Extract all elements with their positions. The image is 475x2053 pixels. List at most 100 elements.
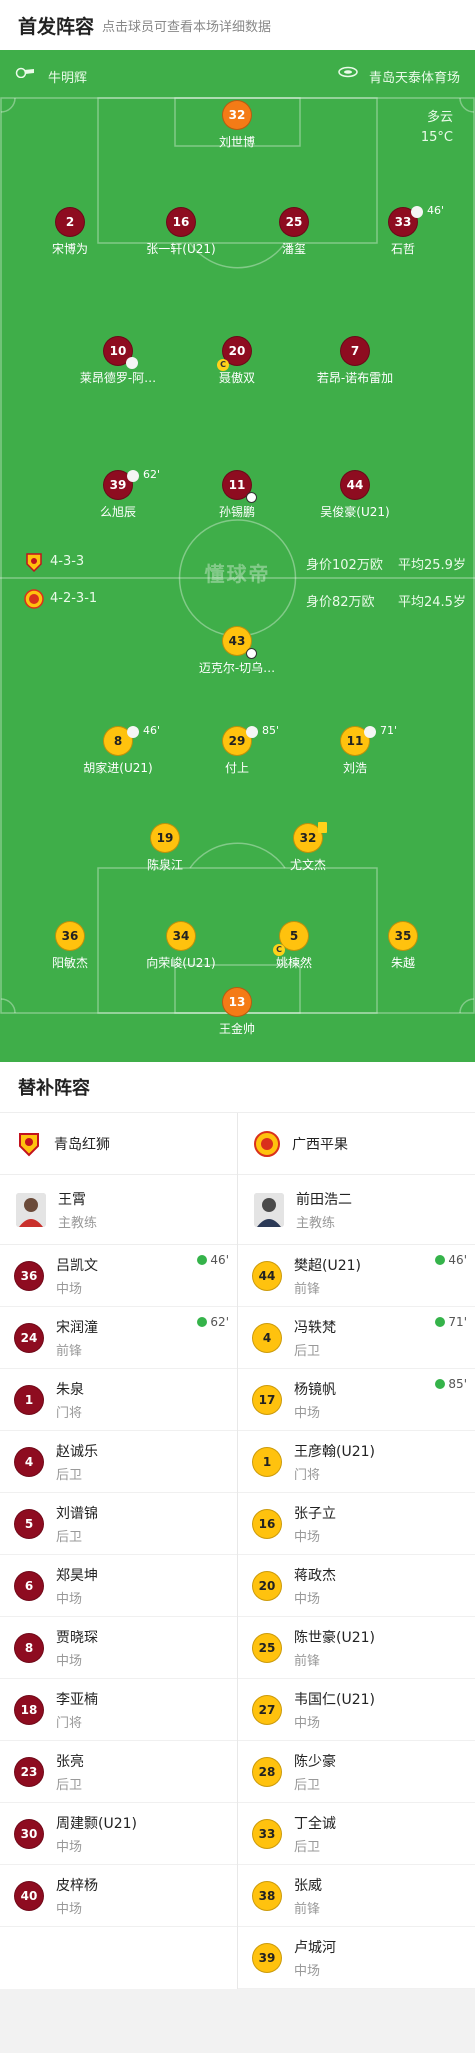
- home-team-name: 青岛红狮: [54, 1136, 110, 1153]
- player-name: 贾晓琛: [56, 1629, 98, 1646]
- coach-name: 前田浩二: [296, 1191, 352, 1208]
- player-number: 1: [14, 1384, 44, 1415]
- home-player[interactable]: 25 潘玺: [239, 207, 349, 257]
- coach-role: 主教练: [296, 1215, 336, 1231]
- player-name: 李亚楠: [56, 1691, 98, 1708]
- player-name: 陈世豪(U21): [294, 1629, 375, 1646]
- player-name: 聂傲双: [218, 371, 255, 385]
- home-player[interactable]: 20 聂傲双: [182, 336, 292, 386]
- sub-player-row[interactable]: 44 樊超(U21) 前锋 46': [238, 1245, 475, 1307]
- stadium-name: 青岛天泰体育场: [369, 71, 461, 86]
- player-number: 34: [166, 921, 196, 951]
- player-name: 吴俊豪(U21): [320, 505, 390, 519]
- player-position: 前锋: [294, 1653, 321, 1669]
- home-player[interactable]: 11 孙锡鹏: [182, 470, 292, 520]
- lineup-header: 首发阵容 点击球员可查看本场详细数据: [0, 0, 475, 50]
- away-coach[interactable]: 前田浩二 主教练: [238, 1175, 475, 1245]
- home-player[interactable]: 10 莱昂德罗-阿…: [63, 336, 173, 386]
- sub-out-icon: [364, 726, 376, 738]
- away-team-row[interactable]: 广西平果: [238, 1113, 475, 1175]
- player-position: 前锋: [56, 1343, 83, 1359]
- player-name: 张一轩(U21): [146, 242, 216, 256]
- home-player[interactable]: 2 宋博为: [15, 207, 125, 257]
- player-number: 36: [14, 1260, 44, 1291]
- home-player[interactable]: 16 张一轩(U21): [126, 207, 236, 257]
- sub-in-badge: 62': [197, 1315, 229, 1329]
- sub-player-row[interactable]: 18 李亚楠 门将: [0, 1679, 237, 1741]
- sub-player-row[interactable]: 1 朱泉 门将: [0, 1369, 237, 1431]
- away-player[interactable]: 13 王金帅: [182, 987, 292, 1037]
- sub-player-row[interactable]: 20 蒋政杰 中场: [238, 1555, 475, 1617]
- player-name: 蒋政杰: [294, 1567, 336, 1584]
- home-player[interactable]: 44 吴俊豪(U21): [300, 470, 410, 520]
- sub-player-row[interactable]: 30 周建颢(U21) 中场: [0, 1803, 237, 1865]
- sub-player-row[interactable]: 40 皮梓杨 中场: [0, 1865, 237, 1927]
- away-subs-column: 广西平果 前田浩二 主教练 44 樊超(U21) 前锋 46' 4 冯轶梵 后卫 71' 17 杨…: [238, 1113, 475, 1989]
- player-number: 23: [14, 1756, 44, 1787]
- sub-player-row[interactable]: 24 宋润潼 前锋 62': [0, 1307, 237, 1369]
- away-player[interactable]: 32 尤文杰: [253, 823, 363, 873]
- sub-player-row[interactable]: 16 张子立 中场: [238, 1493, 475, 1555]
- player-position: 前锋: [294, 1901, 321, 1917]
- away-player[interactable]: 36 阳敏杰: [15, 921, 125, 971]
- sub-player-row[interactable]: 6 郑昊坤 中场: [0, 1555, 237, 1617]
- stadium-icon: [338, 66, 358, 78]
- sub-in-badge: 71': [435, 1315, 467, 1329]
- away-team-logo-icon: [254, 1130, 280, 1157]
- sub-player-row[interactable]: 1 王彦翰(U21) 门将: [238, 1431, 475, 1493]
- home-player[interactable]: 7 若昂-诺布雷加: [300, 336, 410, 386]
- sub-player-row[interactable]: 4 冯轶梵 后卫 71': [238, 1307, 475, 1369]
- player-name: 潘玺: [281, 242, 306, 256]
- player-name: 阳敏杰: [51, 956, 88, 970]
- sub-player-row[interactable]: 36 吕凯文 中场 46': [0, 1245, 237, 1307]
- sub-out-icon: [411, 206, 423, 218]
- sub-player-row[interactable]: 39 卢城河 中场: [238, 1927, 475, 1989]
- sub-minute: 85': [262, 724, 280, 737]
- home-formation: 4-3-3: [50, 554, 85, 569]
- player-position: 中场: [56, 1901, 83, 1917]
- player-position: 后卫: [294, 1777, 321, 1793]
- player-number: 25: [279, 207, 309, 237]
- away-value: 身价82万欧: [306, 595, 375, 610]
- away-player[interactable]: 5 姚楝然: [239, 921, 349, 971]
- sub-player-row[interactable]: 17 杨镜帆 中场 85': [238, 1369, 475, 1431]
- sub-player-row[interactable]: 27 韦国仁(U21) 中场: [238, 1679, 475, 1741]
- referee-name: 牛明辉: [48, 71, 88, 86]
- sub-in-icon: [435, 1379, 446, 1389]
- player-number: 8: [14, 1632, 44, 1663]
- avatar: [16, 1192, 46, 1227]
- player-number: 7: [340, 336, 370, 366]
- player-number: 27: [252, 1694, 282, 1725]
- away-player[interactable]: 35 朱越: [348, 921, 458, 971]
- away-player[interactable]: 43 迈克尔-切乌…: [182, 626, 292, 676]
- page-title: 首发阵容: [18, 15, 95, 38]
- away-player[interactable]: 19 陈泉江: [110, 823, 220, 873]
- sub-in-minute: 85': [448, 1377, 467, 1391]
- sub-player-row[interactable]: 25 陈世豪(U21) 前锋: [238, 1617, 475, 1679]
- home-coach[interactable]: 王霄 主教练: [0, 1175, 237, 1245]
- home-player[interactable]: 32 刘世博: [182, 100, 292, 150]
- sub-player-row[interactable]: 28 陈少豪 后卫: [238, 1741, 475, 1803]
- sub-player-row[interactable]: 4 赵诚乐 后卫: [0, 1431, 237, 1493]
- sub-in-minute: 62': [210, 1315, 229, 1329]
- player-number: 36: [55, 921, 85, 951]
- sub-player-row[interactable]: 8 贾晓琛 中场: [0, 1617, 237, 1679]
- sub-player-row[interactable]: 5 刘谱锦 后卫: [0, 1493, 237, 1555]
- player-name: 朱越: [390, 956, 415, 970]
- sub-player-row[interactable]: 33 丁全诚 后卫: [238, 1803, 475, 1865]
- sub-in-icon: [435, 1255, 446, 1265]
- away-player[interactable]: 34 向荣峻(U21): [126, 921, 236, 971]
- player-name: 迈克尔-切乌…: [198, 661, 276, 675]
- sub-player-row[interactable]: 23 张亮 后卫: [0, 1741, 237, 1803]
- sub-in-minute: 71': [448, 1315, 467, 1329]
- page-footer: [0, 1989, 475, 2037]
- goal-ball-icon: [246, 492, 257, 503]
- player-number: 28: [252, 1756, 282, 1787]
- sub-minute: 71': [380, 724, 398, 737]
- player-name: 卢城河: [294, 1939, 336, 1956]
- player-position: 后卫: [56, 1529, 83, 1545]
- home-team-row[interactable]: 青岛红狮: [0, 1113, 237, 1175]
- player-name: 吕凯文: [56, 1257, 98, 1274]
- sub-player-row[interactable]: 38 张威 前锋: [238, 1865, 475, 1927]
- player-position: 中场: [294, 1963, 321, 1979]
